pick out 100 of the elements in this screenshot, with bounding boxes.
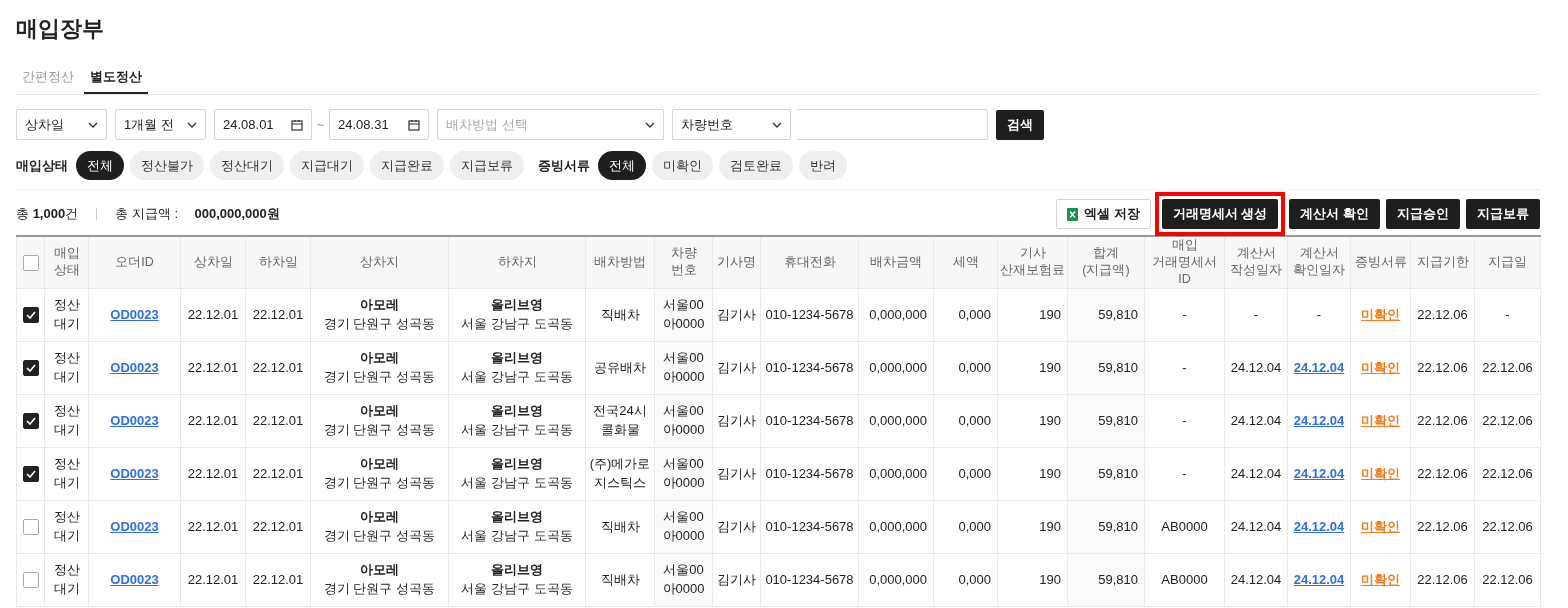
table-cell: - <box>1144 341 1225 395</box>
action-button[interactable]: 지급보류 <box>1466 199 1540 229</box>
search-type-select[interactable]: 차량번호 <box>672 109 791 140</box>
calendar-icon <box>408 118 420 131</box>
table-cell: - <box>1144 394 1225 448</box>
order-link[interactable]: OD0023 <box>110 571 159 587</box>
table-cell: 22.12.06 <box>1410 394 1475 448</box>
table-cell: 59,810 <box>1067 500 1145 554</box>
table-cell: 서울00 아0000 <box>654 553 713 607</box>
table-cell: 아모레 경기 단원구 성곡동 <box>310 394 449 448</box>
column-header: 상차지 <box>310 236 449 289</box>
table-cell: 22.12.06 <box>1410 447 1475 501</box>
search-input[interactable] <box>797 109 988 140</box>
table-cell: 0,000,000 <box>858 394 934 448</box>
table-cell: 24.12.04 <box>1224 553 1288 607</box>
table-cell: 22.12.01 <box>245 500 311 554</box>
table-cell: 아모레 경기 단원구 성곡동 <box>310 500 449 554</box>
table-cell: 190 <box>997 553 1068 607</box>
table-cell: 직배차 <box>585 500 655 554</box>
order-link[interactable]: OD0023 <box>110 359 159 375</box>
column-header: 하차지 <box>448 236 586 289</box>
table-cell: 서울00 아0000 <box>654 447 713 501</box>
tab[interactable]: 별도정산 <box>84 64 148 94</box>
filter-chip[interactable]: 미확인 <box>652 151 713 180</box>
checkbox[interactable] <box>22 519 39 536</box>
filter-chip[interactable]: 정산불가 <box>130 151 204 180</box>
table-cell: 22.12.01 <box>245 553 311 607</box>
date-from-field[interactable]: 24.08.01 <box>214 109 312 140</box>
filter-chip[interactable]: 정산대기 <box>210 151 284 180</box>
checkbox[interactable] <box>22 254 39 271</box>
table-cell: 올리브영 서울 강남구 도곡동 <box>448 394 586 448</box>
table-cell: 190 <box>997 394 1068 448</box>
table-cell: 0,000,000 <box>858 341 934 395</box>
filter-chip[interactable]: 지급보류 <box>450 151 524 180</box>
column-header: 지급기한 <box>1410 236 1475 289</box>
filter-chip[interactable]: 전체 <box>598 151 646 180</box>
table-cell: 서울00 아0000 <box>654 394 713 448</box>
table-cell: 정산 대기 <box>44 447 89 501</box>
order-link[interactable]: OD0023 <box>110 306 159 322</box>
table-cell: 22.12.06 <box>1474 341 1541 395</box>
table-cell: 24.12.04 <box>1224 500 1288 554</box>
filter-chip[interactable]: 전체 <box>76 151 124 180</box>
filter-chip[interactable]: 지급대기 <box>290 151 364 180</box>
column-header: 기사명 <box>712 236 761 289</box>
table-cell: 22.12.06 <box>1410 288 1475 342</box>
table-cell: 올리브영 서울 강남구 도곡동 <box>448 447 586 501</box>
order-link[interactable]: OD0023 <box>110 465 159 481</box>
column-header: 상차일 <box>180 236 246 289</box>
action-button[interactable]: 지급승인 <box>1386 199 1460 229</box>
table-cell: 22.12.01 <box>180 553 246 607</box>
table-cell: 김기사 <box>712 500 761 554</box>
table-cell: 59,810 <box>1067 341 1145 395</box>
filter-chip[interactable]: 지급완료 <box>370 151 444 180</box>
table-cell: 22.12.01 <box>180 447 246 501</box>
table-cell: 김기사 <box>712 394 761 448</box>
column-header: 매입 거래명세서ID <box>1144 236 1225 289</box>
column-header: 차량 번호 <box>654 236 713 289</box>
table-cell: 직배차 <box>585 288 655 342</box>
filter-chip[interactable]: 검토완료 <box>719 151 793 180</box>
date-to-field[interactable]: 24.08.31 <box>329 109 429 140</box>
table-cell: 0,000,000 <box>858 500 934 554</box>
table-cell: - <box>1474 288 1541 342</box>
order-link[interactable]: OD0023 <box>110 412 159 428</box>
table-cell: 공유배차 <box>585 341 655 395</box>
period-select[interactable]: 1개월 전 <box>115 109 206 140</box>
table-cell: 59,810 <box>1067 288 1145 342</box>
checkbox[interactable] <box>22 360 39 377</box>
action-button[interactable]: 계산서 확인 <box>1289 199 1380 229</box>
table-cell: 김기사 <box>712 288 761 342</box>
table-cell: 정산 대기 <box>44 288 89 342</box>
spreadsheet-icon <box>1067 207 1079 221</box>
table-cell: 190 <box>997 341 1068 395</box>
column-header: 오더ID <box>88 236 181 289</box>
column-header: 지급일 <box>1474 236 1541 289</box>
table-cell: 서울00 아0000 <box>654 500 713 554</box>
date-type-select[interactable]: 상차일 <box>16 109 107 140</box>
column-header: 증빙서류 <box>1350 236 1411 289</box>
checkmark-icon <box>25 417 36 426</box>
checkbox[interactable] <box>22 466 39 483</box>
checkbox[interactable] <box>22 413 39 430</box>
filter-chip[interactable]: 반려 <box>799 151 847 180</box>
excel-save-button[interactable]: 엑셀 저장 <box>1056 199 1151 229</box>
table-cell: - <box>1287 288 1351 342</box>
action-button[interactable]: 거래명세서 생성 <box>1161 199 1279 229</box>
table-cell: 아모레 경기 단원구 성곡동 <box>310 447 449 501</box>
table-cell: 22.12.06 <box>1410 500 1475 554</box>
chevron-down-icon <box>645 121 655 128</box>
checkbox[interactable] <box>22 307 39 324</box>
table-cell: - <box>1144 447 1225 501</box>
column-header: 계산서 작성일자 <box>1224 236 1288 289</box>
table-cell: 0,000,000 <box>858 288 934 342</box>
table-cell: 24.12.04 <box>1224 394 1288 448</box>
table-cell: 0,000 <box>933 394 998 448</box>
table-cell: 22.12.01 <box>180 394 246 448</box>
table-cell: 0,000 <box>933 341 998 395</box>
checkbox[interactable] <box>22 572 39 589</box>
table-cell: 직배차 <box>585 553 655 607</box>
table-cell: 010-1234-5678 <box>760 288 859 342</box>
order-link[interactable]: OD0023 <box>110 518 159 534</box>
search-button[interactable]: 검색 <box>996 109 1044 140</box>
